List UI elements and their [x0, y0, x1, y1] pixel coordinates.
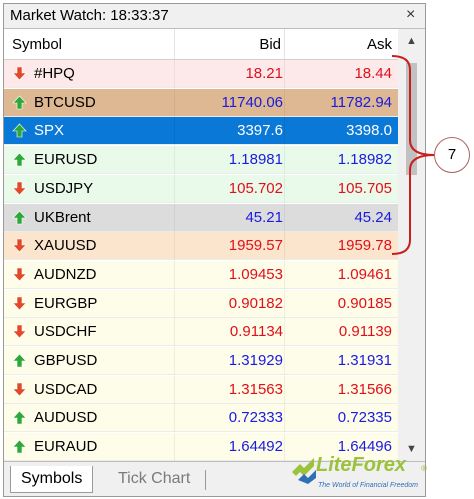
liteforex-logo: LiteForex ® The World of Financial Freed… [288, 452, 428, 496]
logo-registered: ® [421, 464, 427, 473]
bracket-line [391, 55, 435, 255]
callout-number: 7 [434, 137, 470, 173]
logo-name: LiteForex [316, 454, 407, 476]
annotation-bracket [391, 55, 435, 255]
logo-tagline: The World of Financial Freedom [318, 482, 418, 489]
logo-arrow-icon [292, 458, 316, 484]
